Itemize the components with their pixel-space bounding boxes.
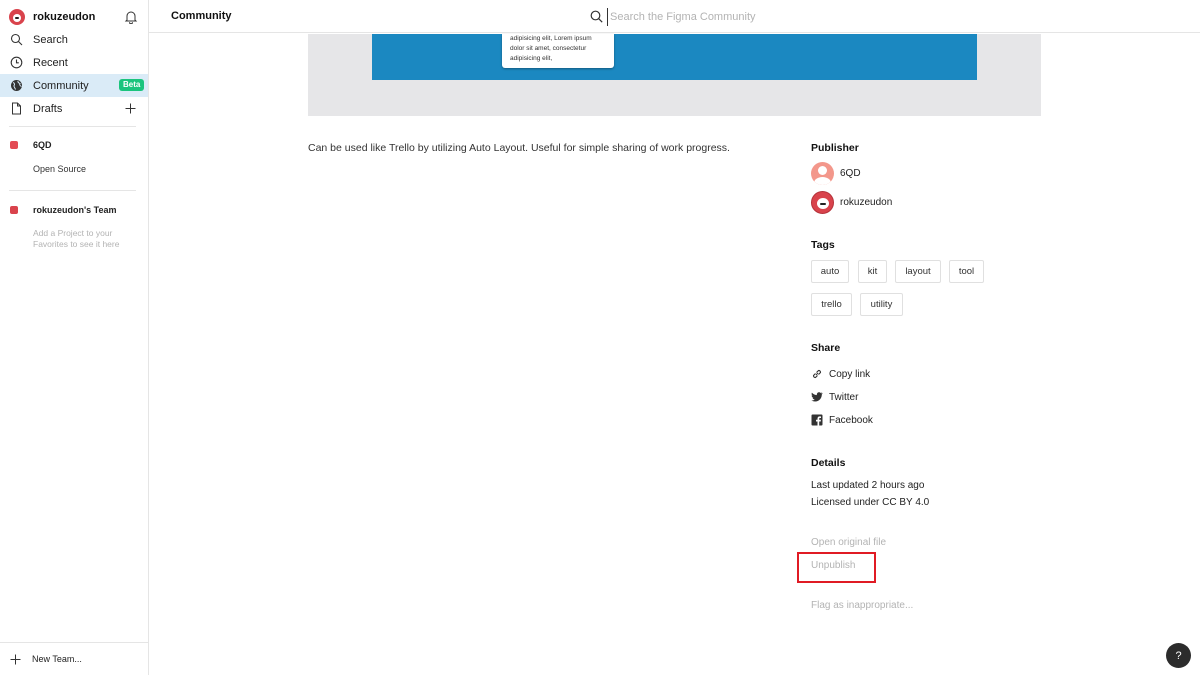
card-line: dolor sit amet, consectetur <box>510 45 587 52</box>
sidebar-item-label: Recent <box>33 56 68 69</box>
sidebar-item-drafts[interactable]: Drafts <box>0 97 148 120</box>
flag-inappropriate-link[interactable]: Flag as inappropriate... <box>811 600 913 611</box>
tag-kit[interactable]: kit <box>858 260 887 283</box>
details-heading: Details <box>811 457 846 469</box>
tag-layout[interactable]: layout <box>895 260 941 283</box>
link-icon <box>812 369 822 379</box>
help-button[interactable]: ? <box>1166 643 1191 668</box>
search-input[interactable] <box>607 8 907 26</box>
share-label: Twitter <box>829 391 859 403</box>
search-icon <box>590 10 603 23</box>
publisher-6qd[interactable]: 6QD <box>811 162 861 185</box>
sidebar-divider <box>9 126 136 127</box>
team-icon <box>10 141 18 149</box>
twitter-icon <box>811 392 823 402</box>
facebook-icon <box>811 414 823 426</box>
sidebar-item-community[interactable]: Community Beta <box>0 74 148 97</box>
globe-icon <box>11 80 22 91</box>
user-avatar <box>9 8 25 25</box>
last-updated: Last updated 2 hours ago <box>811 480 925 491</box>
highlight-box <box>797 552 876 583</box>
page-title: Community <box>171 10 232 22</box>
beta-badge: Beta <box>119 79 145 91</box>
open-original-file-link[interactable]: Open original file <box>811 537 886 548</box>
sidebar-divider <box>9 190 136 191</box>
file-preview: adipisicing elit, Lorem ipsum dolor sit … <box>308 34 1041 116</box>
tag-trello[interactable]: trello <box>811 293 852 316</box>
tag-utility[interactable]: utility <box>860 293 903 316</box>
publisher-name: rokuzeudon <box>840 197 893 208</box>
add-draft-button[interactable] <box>124 102 137 115</box>
share-label: Facebook <box>829 414 873 426</box>
license: Licensed under CC BY 4.0 <box>811 497 930 508</box>
username: rokuzeudon <box>33 10 96 23</box>
file-icon <box>12 102 21 115</box>
preview-card: adipisicing elit, Lorem ipsum dolor sit … <box>502 34 614 68</box>
card-line: adipisicing elit, <box>510 55 553 62</box>
sidebar-item-label: Community <box>33 79 89 92</box>
sidebar-item-search[interactable]: Search <box>0 28 148 51</box>
team-6qd[interactable]: 6QD <box>10 140 52 150</box>
share-heading: Share <box>811 342 841 354</box>
favorites-hint: Add a Project to your Favorites to see i… <box>33 228 120 249</box>
sidebar: rokuzeudon Search Recent Community Beta … <box>0 0 149 675</box>
tag-auto[interactable]: auto <box>811 260 849 283</box>
team-icon <box>10 206 18 214</box>
team-rokuzeudon[interactable]: rokuzeudon's Team <box>10 205 117 215</box>
file-description: Can be used like Trello by utilizing Aut… <box>308 142 730 154</box>
plus-icon <box>10 654 21 664</box>
avatar <box>811 162 834 185</box>
publisher-name: 6QD <box>840 168 861 179</box>
sidebar-item-label: Drafts <box>33 102 63 115</box>
team-name: 6QD <box>33 140 52 150</box>
facebook-share-button[interactable]: Facebook <box>811 414 873 426</box>
preview-board: adipisicing elit, Lorem ipsum dolor sit … <box>372 34 977 80</box>
search-icon <box>10 33 23 46</box>
clock-icon <box>10 56 23 69</box>
share-label: Copy link <box>829 368 871 380</box>
copy-link-button[interactable]: Copy link <box>811 368 870 380</box>
tag-tool[interactable]: tool <box>949 260 984 283</box>
project-open-source[interactable]: Open Source <box>33 164 86 174</box>
top-bar: Community <box>149 0 1200 33</box>
new-team-label: New Team... <box>32 654 82 664</box>
twitter-share-button[interactable]: Twitter <box>811 391 858 403</box>
sidebar-item-recent[interactable]: Recent <box>0 51 148 74</box>
card-line: adipisicing elit, Lorem ipsum <box>510 35 592 42</box>
publisher-heading: Publisher <box>811 142 859 154</box>
new-team-button[interactable]: New Team... <box>0 642 148 675</box>
tags-heading: Tags <box>811 239 835 251</box>
publisher-rokuzeudon[interactable]: rokuzeudon <box>811 191 892 214</box>
bell-icon[interactable] <box>124 10 138 24</box>
team-name: rokuzeudon's Team <box>33 205 117 215</box>
sidebar-item-label: Search <box>33 33 68 46</box>
avatar <box>811 191 834 214</box>
